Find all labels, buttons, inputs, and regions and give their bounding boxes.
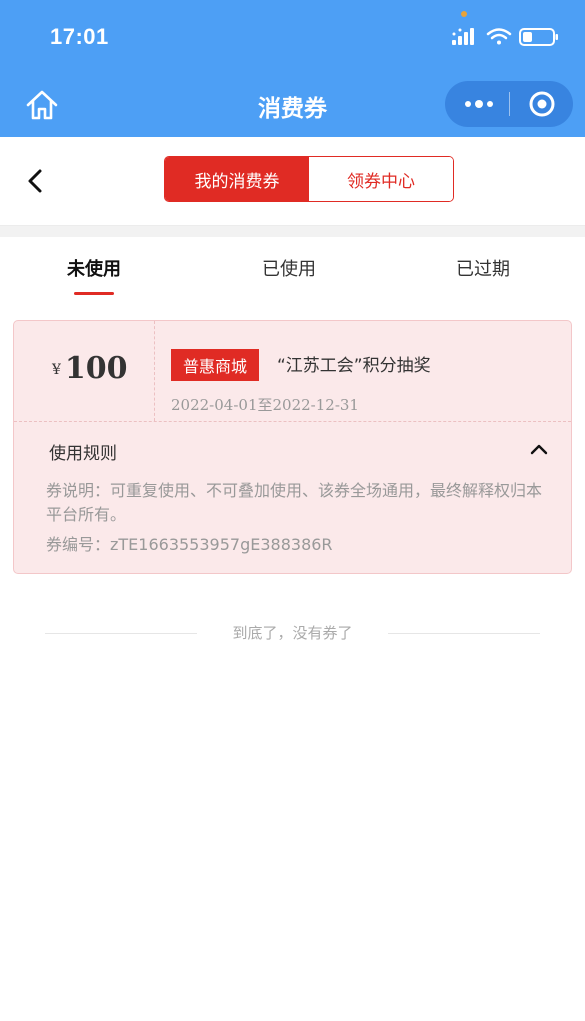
dashed-divider-vertical bbox=[154, 321, 155, 421]
rules-description: 券说明：可重复使用、不可叠加使用、该券全场通用，最终解释权归本平台所有。 bbox=[46, 481, 543, 524]
tab-unused[interactable]: 未使用 bbox=[67, 255, 121, 281]
capsule-divider bbox=[509, 92, 510, 116]
coupon-title: “江苏工会”积分抽奖 bbox=[277, 356, 431, 376]
segment-coupon-center[interactable]: 领券中心 bbox=[309, 157, 453, 201]
coupon-code: 券编号：zTE1663553957gE388386R bbox=[46, 535, 333, 554]
segment-my-coupons[interactable]: 我的消费券 bbox=[165, 157, 309, 201]
privacy-indicator-dot bbox=[461, 11, 467, 17]
back-arrow-icon[interactable] bbox=[24, 167, 48, 195]
dashed-divider-horizontal bbox=[14, 421, 571, 422]
battery-icon bbox=[519, 28, 558, 46]
section-gap bbox=[0, 226, 585, 237]
tab-used[interactable]: 已使用 bbox=[262, 255, 316, 281]
status-bar: 17:01 bbox=[0, 0, 585, 72]
tab-expired[interactable]: 已过期 bbox=[456, 255, 510, 281]
status-tabs: 未使用 已使用 已过期 bbox=[0, 237, 585, 307]
mini-program-capsule bbox=[445, 81, 573, 127]
active-tab-indicator bbox=[74, 292, 114, 295]
coupon-validity-dates: 2022-04-01至2022-12-31 bbox=[171, 396, 359, 414]
more-icon[interactable] bbox=[463, 94, 495, 114]
amount-value: 100 bbox=[64, 351, 128, 386]
close-miniprogram-icon[interactable] bbox=[528, 90, 556, 118]
nav-bar: 消费券 bbox=[0, 72, 585, 137]
end-of-list-text: 到底了，没有券了 bbox=[232, 624, 353, 642]
status-icons bbox=[452, 28, 558, 46]
coupon-card: ¥100 普惠商城 “江苏工会”积分抽奖 2022-04-01至2022-12-… bbox=[13, 320, 572, 574]
currency-symbol: ¥ bbox=[52, 362, 61, 378]
sub-header: 我的消费券 领券中心 bbox=[0, 137, 585, 226]
rules-title[interactable]: 使用规则 bbox=[49, 439, 117, 464]
coupon-tag: 普惠商城 bbox=[171, 349, 260, 381]
coupon-amount: ¥100 bbox=[52, 351, 128, 386]
status-time: 17:01 bbox=[50, 24, 109, 49]
signal-icon bbox=[452, 28, 474, 45]
chevron-up-icon[interactable] bbox=[529, 441, 549, 457]
coupon-segmented-control: 我的消费券 领券中心 bbox=[164, 156, 454, 202]
wifi-icon bbox=[486, 28, 512, 45]
